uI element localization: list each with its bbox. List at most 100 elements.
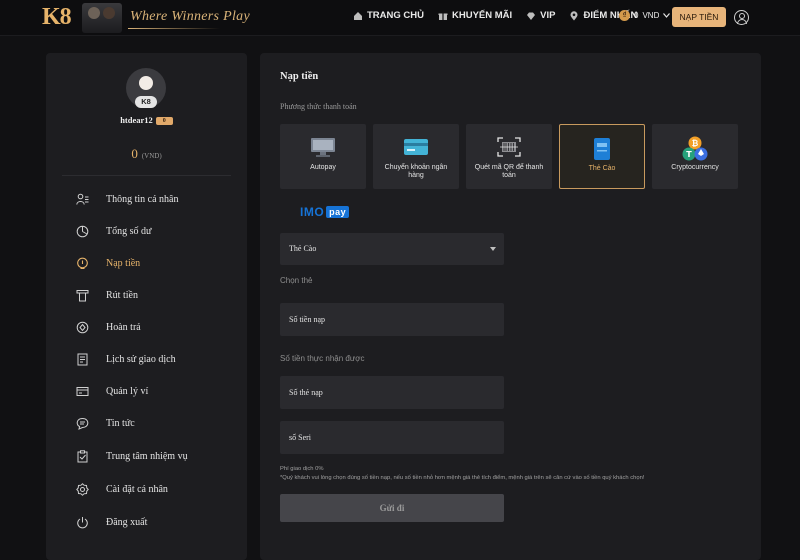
tagline: Where Winners Play [130, 9, 250, 24]
sidebar-item-label: Hoàn trả [106, 322, 141, 333]
withdraw-icon [76, 290, 89, 302]
rebate-icon [76, 321, 89, 334]
bank-card-icon [404, 139, 428, 155]
submit-button[interactable]: Gửi đi [280, 494, 504, 522]
sidebar-item-balance[interactable]: Tổng số dư [76, 225, 151, 238]
sidebar-item-news[interactable]: Tin tức [76, 417, 135, 430]
sidebar-item-settings[interactable]: Cài đặt cá nhân [76, 483, 168, 496]
top-header: K8 Where Winners Play TRANG CHỦ KHUYẾN M… [0, 0, 800, 36]
method-qr[interactable]: Quét mã QR để thanh toán [466, 124, 552, 189]
k8-logo[interactable]: K8 [42, 4, 72, 31]
payment-method-label: Phương thức thanh toán [280, 102, 357, 111]
avatar-badge: K8 [135, 96, 157, 108]
method-scratch-card[interactable]: Thẻ Cào [559, 124, 645, 189]
deposit-icon [77, 257, 88, 270]
sidebar-item-label: Đăng xuất [106, 517, 148, 528]
news-icon [76, 417, 89, 430]
coin-icon: ₫ [619, 10, 630, 21]
deposit-panel: Nạp tiền Phương thức thanh toán Autopay … [260, 53, 761, 560]
account-sidebar: K8 htdear12 0 0 (VND) Thông tin cá nhân T… [46, 53, 247, 560]
serial-placeholder: số Seri [289, 433, 311, 442]
gift-icon [438, 13, 448, 20]
page-title: Nạp tiền [280, 71, 319, 82]
balance-icon [76, 225, 89, 238]
vip-level-badge: 0 [155, 117, 173, 126]
main-nav: TRANG CHỦ KHUYẾN MÃI VIP ĐIỂM NHẤN [353, 10, 651, 21]
received-amount-label: Số tiền thực nhận được [280, 354, 365, 363]
nav-vip-label: VIP [540, 10, 556, 21]
sidebar-item-deposit[interactable]: Nạp tiền [76, 257, 140, 270]
header-balance-amount: 0 [634, 11, 639, 20]
sidebar-item-rebate[interactable]: Hoàn trả [76, 321, 141, 334]
username-text: htdear12 [120, 115, 153, 125]
choose-card-label: Chọn thẻ [280, 276, 313, 285]
wallet-icon [76, 387, 89, 396]
sidebar-item-label: Trung tâm nhiệm vụ [106, 451, 188, 462]
card-type-select[interactable]: Thẻ Cào [280, 233, 504, 265]
sidebar-item-label: Cài đặt cá nhân [106, 484, 168, 495]
method-bank-transfer[interactable]: Chuyển khoản ngân hàng [373, 124, 459, 189]
sidebar-item-profile[interactable]: Thông tin cá nhân [76, 193, 178, 206]
nav-promotions[interactable]: KHUYẾN MÃI [438, 10, 512, 21]
method-label: Chuyển khoản ngân hàng [384, 164, 448, 180]
header-balance[interactable]: ₫ 0 VND [619, 10, 671, 21]
scratch-card-icon [594, 138, 610, 160]
sidebar-item-logout[interactable]: Đăng xuất [76, 516, 147, 529]
fee-note: Phí giao dịch 0% [280, 466, 324, 472]
amount-input[interactable]: Số tiền nạp [280, 303, 504, 336]
user-account-icon[interactable] [734, 10, 749, 25]
sidebar-item-label: Tổng số dư [106, 226, 152, 237]
header-balance-currency: VND [642, 11, 660, 20]
sidebar-item-history[interactable]: Lịch sử giao dịch [76, 353, 176, 366]
profile-icon [76, 193, 89, 205]
card-number-placeholder: Số thẻ nạp [289, 388, 323, 397]
crypto-icon: ₿T [682, 136, 708, 161]
provider-suffix: pay [326, 206, 350, 218]
sidebar-item-label: Rút tiền [106, 290, 138, 301]
sidebar-balance-amount: 0 [131, 146, 138, 161]
nav-home[interactable]: TRANG CHỦ [353, 10, 424, 21]
sidebar-item-label: Thông tin cá nhân [106, 194, 179, 205]
imo-pay-logo[interactable]: IMO pay [300, 205, 350, 219]
deposit-button[interactable]: NẠP TIỀN [672, 7, 726, 27]
username: htdear12 0 [46, 115, 247, 126]
sidebar-item-label: Nạp tiền [106, 258, 141, 269]
sidebar-item-label: Lịch sử giao dịch [106, 354, 176, 365]
sidebar-item-withdraw[interactable]: Rút tiền [76, 289, 138, 302]
tagline-underline [128, 28, 220, 29]
amount-placeholder: Số tiền nạp [289, 315, 325, 324]
diamond-icon [527, 12, 536, 20]
method-autopay[interactable]: Autopay [280, 124, 366, 189]
qr-code-icon [497, 137, 521, 157]
sidebar-balance: 0 (VND) [46, 145, 247, 163]
brand-ambassadors-image [82, 3, 122, 33]
sidebar-item-label: Tin tức [106, 418, 135, 429]
sidebar-item-label: Quản lý ví [106, 386, 149, 397]
sidebar-divider [62, 175, 231, 176]
history-icon [77, 353, 88, 366]
method-label: Thẻ Cào [588, 165, 616, 172]
method-label: Quét mã QR để thanh toán [474, 164, 544, 180]
chevron-down-icon [490, 247, 496, 251]
home-icon [354, 11, 362, 20]
card-number-input[interactable]: Số thẻ nạp [280, 376, 504, 409]
svg-text:₿: ₿ [692, 139, 699, 148]
logout-icon [77, 517, 88, 529]
sidebar-item-wallet[interactable]: Quản lý ví [76, 385, 148, 398]
nav-promotions-label: KHUYẾN MÃI [452, 10, 513, 21]
method-label: Cryptocurrency [671, 164, 719, 171]
chevron-down-icon [663, 13, 671, 18]
location-icon [570, 10, 578, 20]
sidebar-item-missions[interactable]: Trung tâm nhiệm vụ [76, 450, 188, 463]
method-label: Autopay [310, 164, 336, 171]
warning-note: *Quý khách vui lòng chọn đúng số tiền nạ… [280, 475, 645, 481]
serial-input[interactable]: số Seri [280, 421, 504, 454]
mission-icon [77, 450, 88, 463]
provider-name: IMO [300, 205, 325, 219]
settings-icon [76, 483, 89, 496]
nav-home-label: TRANG CHỦ [367, 10, 424, 21]
nav-vip[interactable]: VIP [526, 10, 555, 21]
method-crypto[interactable]: ₿ T Cryptocurrency [652, 124, 738, 189]
monitor-icon [311, 138, 335, 157]
card-type-value: Thẻ Cào [289, 244, 317, 253]
